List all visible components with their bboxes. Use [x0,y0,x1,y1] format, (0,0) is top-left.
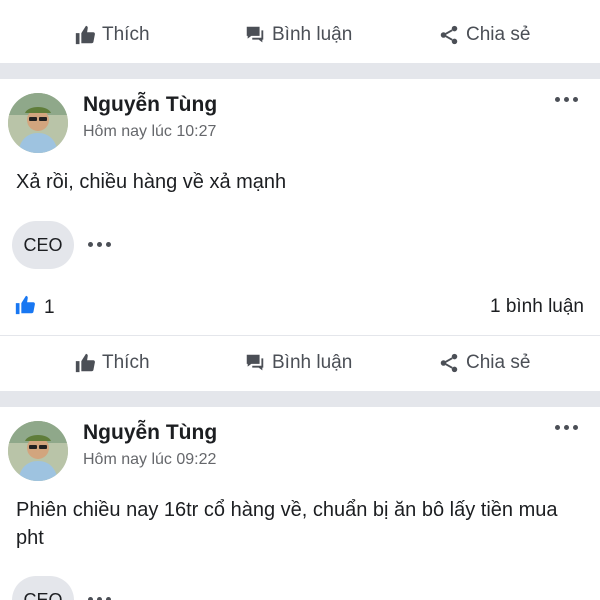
like-button[interactable]: Thích [74,10,150,60]
comment-icon [244,24,266,46]
post-timestamp[interactable]: Hôm nay lúc 09:22 [83,451,216,469]
comment-label: Bình luận [272,352,353,373]
more-options-icon[interactable] [555,97,578,102]
comment-button[interactable]: Bình luận [244,10,352,60]
tag-chip[interactable]: CEO [12,576,74,600]
comment-count[interactable]: 1 bình luận [490,296,584,318]
thumbs-up-icon [74,352,96,374]
like-count[interactable]: 1 [14,294,55,322]
share-label: Chia sẻ [466,352,531,373]
share-button[interactable]: Chia sẻ [438,338,530,388]
share-icon [438,24,460,46]
author-name[interactable]: Nguyễn Tùng [83,93,217,117]
comment-label: Bình luận [272,24,353,45]
author-name[interactable]: Nguyễn Tùng [83,421,217,445]
thumbs-up-icon [74,24,96,46]
post-timestamp[interactable]: Hôm nay lúc 10:27 [83,123,216,141]
more-options-icon[interactable] [555,425,578,430]
post-card: Nguyễn Tùng Hôm nay lúc 09:22 Phiên chiề… [0,407,600,600]
reaction-summary: 1 1 bình luận [0,294,600,324]
share-button[interactable]: Chia sẻ [438,10,530,60]
avatar[interactable] [8,93,68,153]
post-separator [0,391,600,407]
like-label: Thích [102,352,150,373]
divider [0,335,600,336]
post-action-bar: Thích Bình luận Chia sẻ [0,338,600,388]
like-label: Thích [102,24,150,45]
comment-button[interactable]: Bình luận [244,338,352,388]
post-action-bar: Thích Bình luận Chia sẻ [0,10,600,60]
post-text: Xả rồi, chiều hàng về xả mạnh [16,171,287,193]
tag-chip[interactable]: CEO [12,221,74,269]
avatar[interactable] [8,421,68,481]
blue-like-icon [14,294,36,322]
share-icon [438,352,460,374]
post-text: Phiên chiều nay 16tr cổ hàng về, chuẩn b… [16,499,558,549]
share-label: Chia sẻ [466,24,531,45]
tag-more-icon[interactable] [88,242,111,247]
like-count-value: 1 [44,297,55,318]
comment-icon [244,352,266,374]
news-feed: Thích Bình luận Chia sẻ Nguyễn Tùng Hôm … [0,0,600,600]
post-card: Nguyễn Tùng Hôm nay lúc 10:27 Xả rồi, ch… [0,79,600,391]
post-separator [0,63,600,79]
like-button[interactable]: Thích [74,338,150,388]
